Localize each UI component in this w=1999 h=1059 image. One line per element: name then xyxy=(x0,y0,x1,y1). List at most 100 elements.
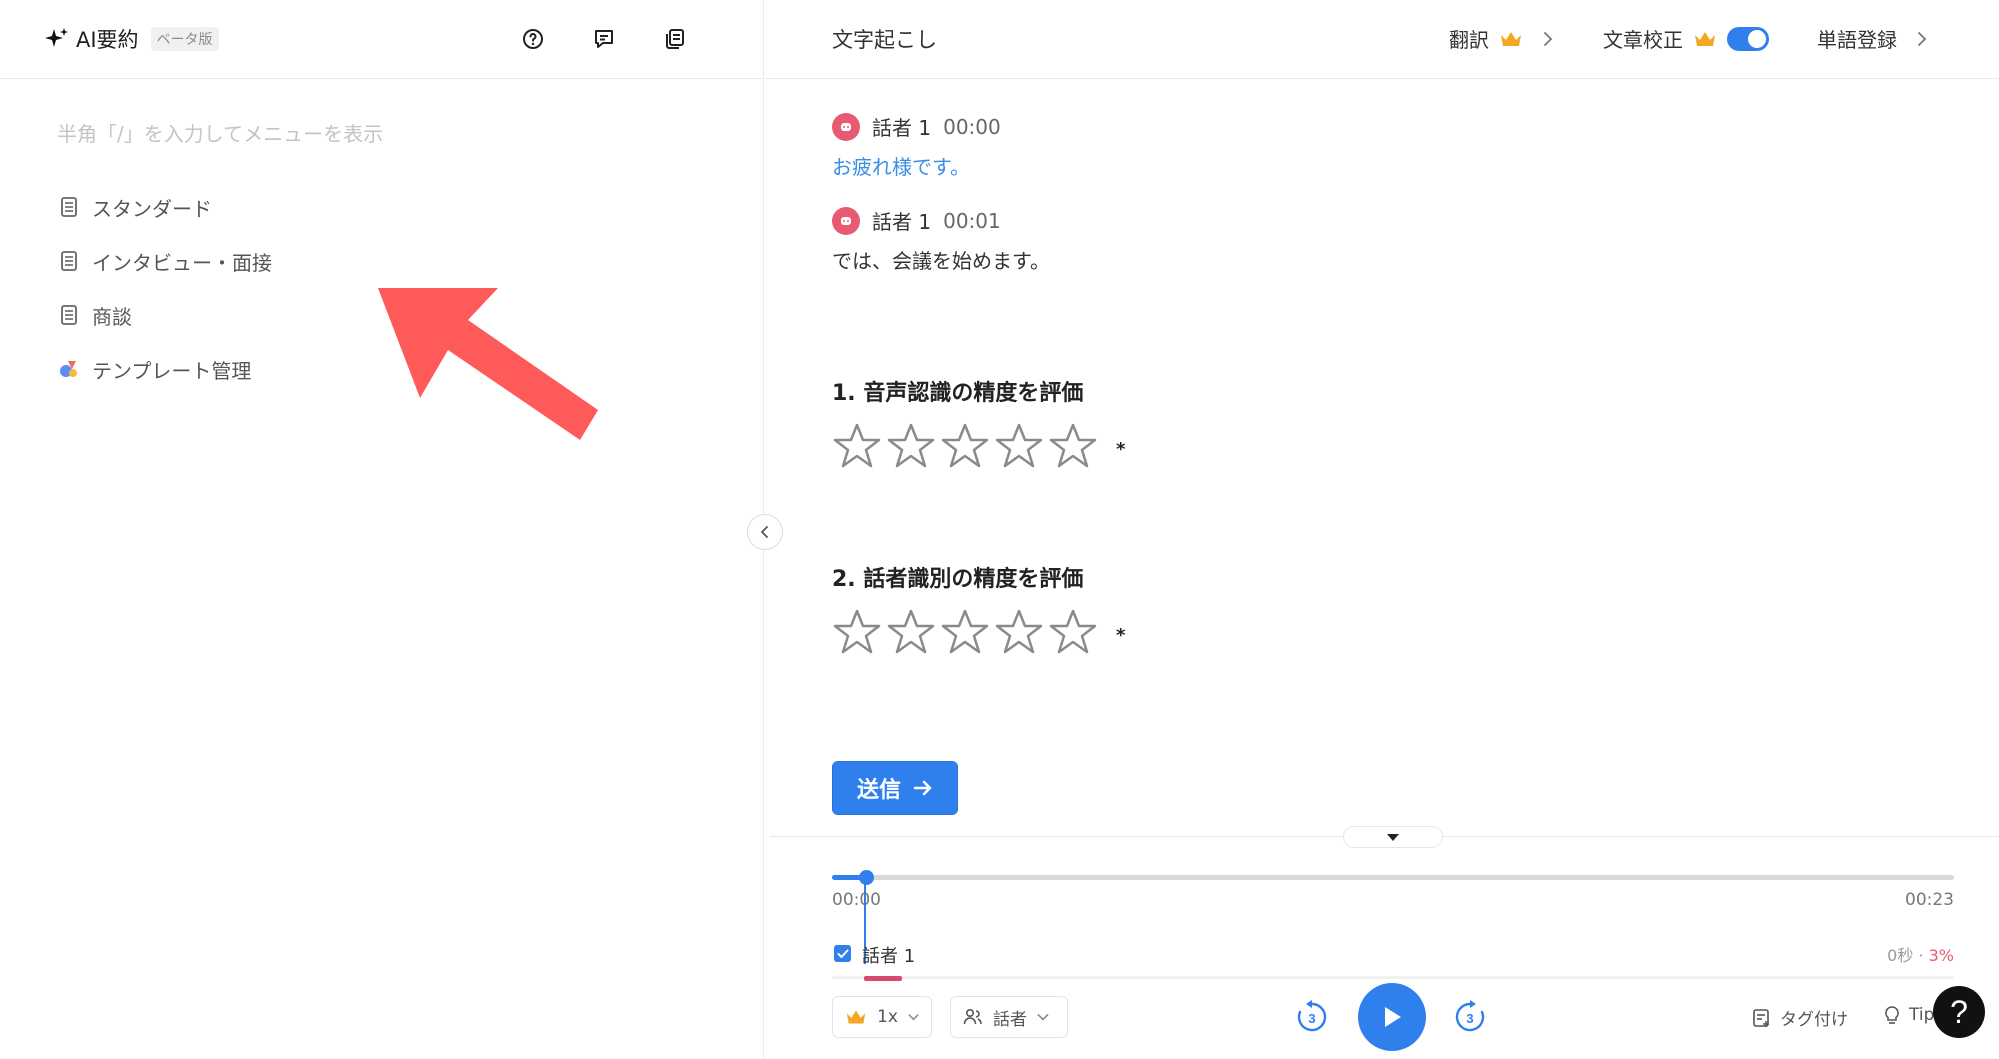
star-icon[interactable] xyxy=(994,421,1044,471)
star-icon[interactable] xyxy=(832,607,882,657)
brand: AI要約 ベータ版 xyxy=(44,24,219,54)
star-icon[interactable] xyxy=(1048,607,1098,657)
segment-time[interactable]: 00:01 xyxy=(943,209,1001,233)
star-icon[interactable] xyxy=(886,421,936,471)
brand-title: AI要約 xyxy=(76,28,139,52)
segment-text[interactable]: お疲れ様です。 xyxy=(832,151,1932,180)
segment-header: 話者 1 00:01 xyxy=(832,206,1932,235)
check-icon xyxy=(837,949,848,958)
forward-3s-icon[interactable]: 3 xyxy=(1452,999,1488,1035)
rewind-3s-icon[interactable]: 3 xyxy=(1294,999,1330,1035)
tag-button[interactable]: タグ付け xyxy=(1752,1005,1848,1030)
submit-label: 送信 xyxy=(856,778,901,803)
transcript-title: 文字起こし xyxy=(832,28,937,52)
speaker-duration: 0秒 xyxy=(1887,946,1914,965)
red-arrow-annotation xyxy=(378,288,598,440)
crown-icon xyxy=(1501,31,1521,46)
speaker-track-row: 話者 1 0秒 · 3% xyxy=(832,942,1954,967)
crown-icon xyxy=(1695,31,1715,46)
playback-progress-bar[interactable] xyxy=(832,870,1954,885)
speaker-timeline xyxy=(832,976,1954,981)
template-item-negotiation[interactable]: 商談 xyxy=(58,288,272,342)
app-root: AI要約 ベータ版 半角「/」を入力してメニューを表示 スタンダード インタビュ… xyxy=(0,0,1999,1059)
star-rating: * xyxy=(832,607,1232,657)
play-icon xyxy=(1385,1007,1401,1027)
tag-label: タグ付け xyxy=(1780,1010,1848,1030)
tag-add-icon xyxy=(1753,1008,1769,1027)
segment-time[interactable]: 00:00 xyxy=(943,115,1001,139)
star-rating: * xyxy=(832,421,1232,471)
rating-speech-recognition: 1. 音声認識の精度を評価 * xyxy=(832,375,1232,471)
segment-text[interactable]: では、会議を始めます。 xyxy=(832,245,1932,274)
template-item-manage[interactable]: テンプレート管理 xyxy=(58,342,272,396)
template-manage-icon xyxy=(58,358,80,380)
total-time: 00:23 xyxy=(1905,890,1954,910)
translate-label: 翻訳 xyxy=(1449,28,1489,52)
beta-badge: ベータ版 xyxy=(150,27,219,51)
play-button[interactable] xyxy=(1358,983,1426,1051)
speaker-avatar[interactable] xyxy=(832,206,860,235)
chevron-down-icon xyxy=(908,1014,919,1021)
speaker-name[interactable]: 話者 1 xyxy=(872,206,931,235)
star-icon[interactable] xyxy=(886,607,936,657)
copy-icon[interactable] xyxy=(660,24,690,54)
forward-3s-label: 3 xyxy=(1466,1011,1473,1026)
transcript-list: 話者 1 00:00 お疲れ様です。 話者 1 00:01 では、会議を始めます… xyxy=(832,112,1932,300)
collapse-panel-button[interactable] xyxy=(747,514,783,550)
proofread-control[interactable]: 文章校正 xyxy=(1603,24,1769,53)
speaker-checkbox[interactable] xyxy=(834,945,851,962)
speed-value: 1x xyxy=(877,1007,898,1027)
transcript-segment[interactable]: 話者 1 00:00 お疲れ様です。 xyxy=(832,112,1932,180)
dictionary-label: 単語登録 xyxy=(1817,28,1897,52)
transcript-header: 文字起こし 翻訳 文章校正 単語登録 xyxy=(765,0,1999,79)
transcript-segment[interactable]: 話者 1 00:01 では、会議を始めます。 xyxy=(832,206,1932,274)
speed-select[interactable]: 1x xyxy=(832,996,932,1038)
template-label: スタンダード xyxy=(92,196,212,221)
summary-header: AI要約 ベータ版 xyxy=(0,0,764,79)
translate-button[interactable]: 翻訳 xyxy=(1449,24,1555,53)
proofread-toggle[interactable] xyxy=(1727,26,1769,51)
caret-down-icon xyxy=(1387,834,1399,841)
required-mark: * xyxy=(1116,438,1126,460)
chevron-right-icon xyxy=(1918,31,1927,46)
star-icon[interactable] xyxy=(832,421,882,471)
current-time: 00:00 xyxy=(832,890,881,910)
template-label: テンプレート管理 xyxy=(92,358,252,383)
rating-title: 1. 音声認識の精度を評価 xyxy=(832,381,1084,406)
feedback-icon[interactable] xyxy=(589,24,619,54)
speaker-segment-marker[interactable] xyxy=(864,976,902,981)
proofread-label: 文章校正 xyxy=(1603,28,1683,52)
speaker-stats: 0秒 · 3% xyxy=(1887,942,1954,966)
template-list: スタンダード インタビュー・面接 商談 テンプレート管理 xyxy=(58,180,272,396)
template-label: インタビュー・面接 xyxy=(92,250,272,275)
required-mark: * xyxy=(1116,624,1126,646)
lightbulb-icon xyxy=(1885,1006,1899,1024)
star-icon[interactable] xyxy=(994,607,1044,657)
speaker-track-name: 話者 1 xyxy=(862,946,916,967)
speaker-avatar[interactable] xyxy=(832,112,860,141)
help-fab-button[interactable]: ? xyxy=(1933,986,1985,1038)
submit-button[interactable]: 送信 xyxy=(832,761,958,815)
speaker-percent: 3% xyxy=(1928,946,1954,965)
speaker-filter-label: 話者 xyxy=(993,1009,1027,1030)
rating-title: 2. 話者識別の精度を評価 xyxy=(832,567,1084,592)
dictionary-button[interactable]: 単語登録 xyxy=(1817,24,1929,53)
crown-icon xyxy=(846,1010,866,1024)
template-item-interview[interactable]: インタビュー・面接 xyxy=(58,234,272,288)
speaker-name[interactable]: 話者 1 xyxy=(872,112,931,141)
template-item-standard[interactable]: スタンダード xyxy=(58,180,272,234)
chevron-down-icon xyxy=(1037,1013,1049,1021)
help-fab-label: ? xyxy=(1950,993,1968,1030)
star-icon[interactable] xyxy=(940,607,990,657)
transcript-panel: 文字起こし 翻訳 文章校正 単語登録 話者 1 00:00 お疲れ様です。 話者… xyxy=(765,0,1999,1059)
collapse-player-button[interactable] xyxy=(1343,826,1443,848)
speaker-filter-select[interactable]: 話者 xyxy=(950,996,1068,1038)
star-icon[interactable] xyxy=(1048,421,1098,471)
summary-panel: AI要約 ベータ版 半角「/」を入力してメニューを表示 スタンダード インタビュ… xyxy=(0,0,764,1059)
progress-handle[interactable] xyxy=(858,870,874,885)
document-icon xyxy=(58,250,80,272)
star-icon[interactable] xyxy=(940,421,990,471)
help-circle-icon[interactable] xyxy=(518,24,548,54)
editor-placeholder[interactable]: 半角「/」を入力してメニューを表示 xyxy=(57,118,383,147)
document-icon xyxy=(58,196,80,218)
